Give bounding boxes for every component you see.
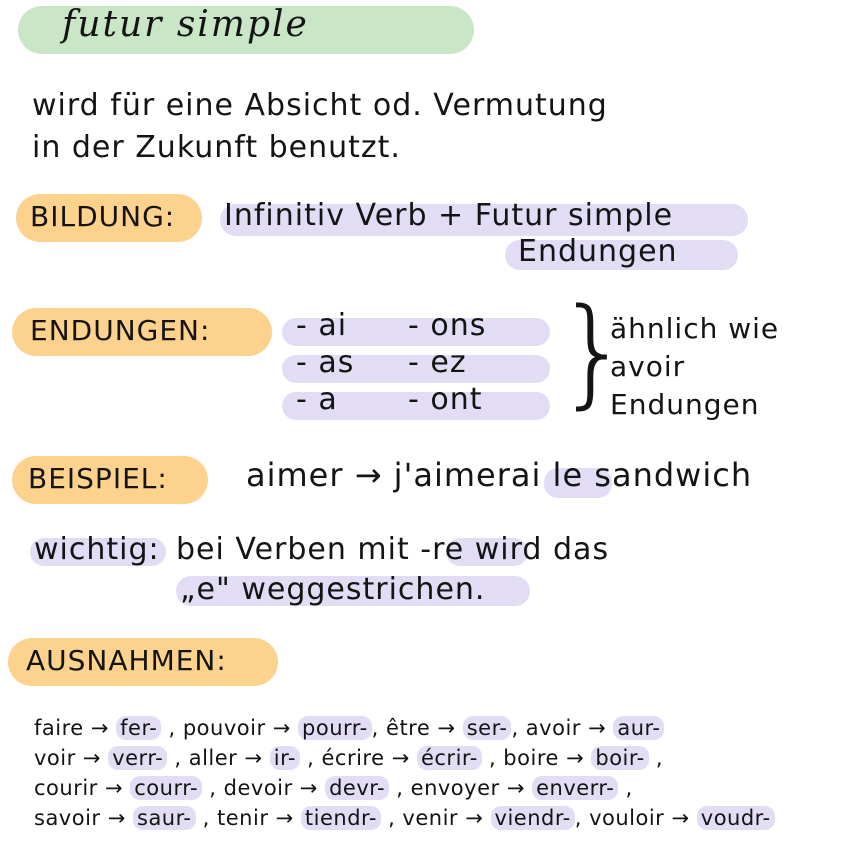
- irregular-stem: ir-: [269, 746, 300, 770]
- ausnahmen-line: courir → courr- , devoir → devr- , envoy…: [34, 776, 633, 800]
- irregular-stem: devr-: [325, 776, 390, 800]
- ending-plural: - ez: [408, 345, 467, 380]
- exception-text: , aller →: [167, 746, 270, 770]
- exception-text: , vouloir →: [574, 806, 697, 830]
- irregular-stem: verr-: [108, 746, 168, 770]
- wichtig-label: wichtig:: [34, 532, 160, 567]
- irregular-stem: courr-: [130, 776, 203, 800]
- exception-text: , devoir →: [202, 776, 326, 800]
- irregular-stem: voudr-: [696, 806, 775, 830]
- beispiel-label: BEISPIEL:: [28, 462, 168, 495]
- wichtig-line-1: bei Verben mit -re wird das: [176, 532, 610, 567]
- endungen-note-line-2: avoir: [610, 350, 686, 383]
- exception-text: , être →: [371, 716, 463, 740]
- ending-singular: - as: [296, 345, 355, 380]
- irregular-stem: fer-: [116, 716, 162, 740]
- irregular-stem: boir-: [591, 746, 649, 770]
- ausnahmen-label-highlight: AUSNAHMEN:: [8, 638, 278, 686]
- exception-text: courir →: [34, 776, 131, 800]
- irregular-stem: tiendr-: [300, 806, 381, 830]
- bildung-label-highlight: BILDUNG:: [16, 194, 202, 242]
- exception-text: , avoir →: [511, 716, 614, 740]
- intro-line-1: wird für eine Absicht od. Vermutung: [32, 88, 608, 123]
- irregular-stem: enverr-: [532, 776, 619, 800]
- exception-text: , écrire →: [299, 746, 417, 770]
- intro-line-2: in der Zukunft benutzt.: [32, 130, 401, 165]
- ausnahmen-label: AUSNAHMEN:: [26, 644, 227, 677]
- exception-text: , pouvoir →: [161, 716, 299, 740]
- beispiel-label-highlight: BEISPIEL:: [12, 456, 208, 504]
- irregular-stem: viendr-: [490, 806, 575, 830]
- endungen-label-highlight: ENDUNGEN:: [12, 308, 272, 356]
- exception-text: ,: [618, 776, 633, 800]
- exception-text: , tenir →: [195, 806, 301, 830]
- exception-text: , envoyer →: [389, 776, 533, 800]
- ending-plural: - ons: [408, 308, 487, 343]
- irregular-stem: saur-: [133, 806, 196, 830]
- bildung-definition-line-2: Endungen: [518, 234, 678, 269]
- ending-row: - a - ont: [296, 382, 546, 417]
- exception-text: voir →: [34, 746, 109, 770]
- ending-singular: - a: [296, 382, 338, 417]
- ending-row: - ai - ons: [296, 308, 546, 343]
- irregular-stem: pourr-: [298, 716, 372, 740]
- endungen-label: ENDUNGEN:: [30, 314, 211, 347]
- bildung-definition-line-1: Infinitiv Verb + Futur simple: [224, 198, 674, 233]
- ausnahmen-line: voir → verr- , aller → ir- , écrire → éc…: [34, 746, 663, 770]
- ending-plural: - ont: [408, 382, 483, 417]
- exception-text: faire →: [34, 716, 117, 740]
- endungen-note-line-1: ähnlich wie: [610, 312, 780, 345]
- irregular-stem: aur-: [613, 716, 665, 740]
- exception-text: , boire →: [481, 746, 592, 770]
- ending-row: - as - ez: [296, 345, 546, 380]
- ausnahmen-line: faire → fer- , pouvoir → pourr-, être → …: [34, 716, 665, 740]
- endungen-note-line-3: Endungen: [610, 388, 760, 421]
- irregular-stem: écrir-: [416, 746, 482, 770]
- page-title: futur simple: [62, 4, 309, 45]
- wichtig-line-2: „e" weggestrichen.: [180, 572, 486, 607]
- exception-text: savoir →: [34, 806, 133, 830]
- ausnahmen-line: savoir → saur- , tenir → tiendr- , venir…: [34, 806, 775, 830]
- irregular-stem: ser-: [462, 716, 512, 740]
- ending-singular: - ai: [296, 308, 348, 343]
- bildung-label: BILDUNG:: [30, 200, 176, 233]
- exception-text: ,: [648, 746, 664, 770]
- exception-text: , venir →: [380, 806, 491, 830]
- beispiel-sentence: aimer → j'aimerai le sandwich: [246, 456, 753, 494]
